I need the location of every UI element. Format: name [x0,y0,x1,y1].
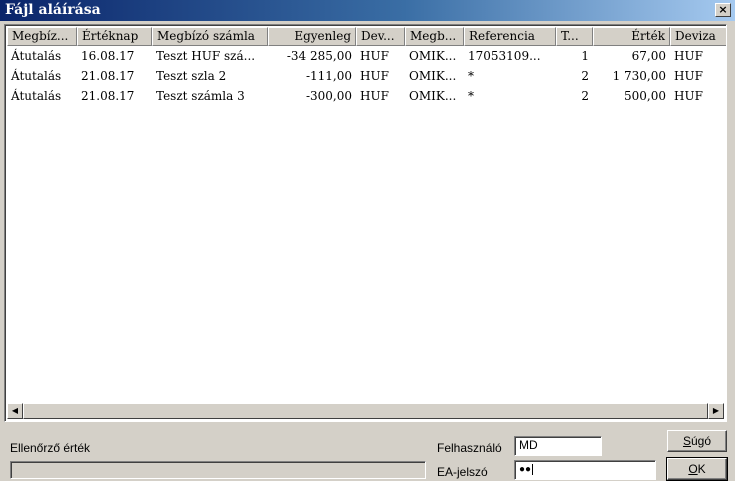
help-button-label: úgó [690,434,712,448]
cell-amount-currency: HUF [674,49,703,63]
scroll-right-icon: ▶ [712,406,720,415]
cell-reference: * [468,89,474,103]
cell-account: Teszt szla 2 [156,69,227,83]
password-mask: ●● [519,464,532,475]
password-field[interactable]: ●● [514,460,656,480]
cell-account: Teszt HUF szá... [156,49,256,63]
checksum-label: Ellenőrző érték [10,441,91,455]
column-header-amount[interactable]: Érték [593,27,670,46]
column-header-type[interactable]: Megbíz... [7,27,77,46]
table-row[interactable]: Átutalás 16.08.17 Teszt HUF szá... -34 285,… [7,46,724,66]
help-button[interactable]: Súgó [667,430,727,452]
window-title: Fájl aláírása [5,2,101,18]
cell-currency: HUF [360,89,389,103]
horizontal-scrollbar[interactable]: ◀ ▶ [7,403,724,419]
user-field[interactable]: MD [514,436,602,456]
cell-beneficiary: OMIK... [409,89,457,103]
cell-reference: * [468,69,474,83]
scroll-left-button[interactable]: ◀ [7,403,23,419]
column-header-beneficiary[interactable]: Megb... [405,27,464,46]
scroll-right-button[interactable]: ▶ [708,403,724,419]
column-header-value-date[interactable]: Értéknap [77,27,152,46]
title-bar: Fájl aláírása × [0,0,735,21]
cell-balance: -300,00 [305,89,352,103]
checksum-field [10,461,426,479]
transactions-grid[interactable]: Megbíz... Értéknap Megbízó számla Egyenleg D… [4,24,727,422]
ok-button-mnemonic: O [688,462,698,476]
column-header-amount-currency[interactable]: Deviza [670,27,726,46]
table-row[interactable]: Átutalás 21.08.17 Teszt szla 2 -111,00 HUF OM… [7,66,724,86]
cell-amount-currency: HUF [674,69,703,83]
password-label: EA-jelszó [437,465,488,479]
cell-currency: HUF [360,49,389,63]
cell-balance: -111,00 [305,69,352,83]
cell-type: Átutalás [11,89,62,103]
cell-count: 2 [581,69,589,83]
ok-button[interactable]: OK [666,457,728,481]
help-button-mnemonic: S [682,434,691,448]
scroll-left-icon: ◀ [11,406,19,415]
column-header-currency[interactable]: Dev... [356,27,405,46]
cell-beneficiary: OMIK... [409,49,457,63]
cell-count: 1 [581,49,589,63]
table-row[interactable]: Átutalás 21.08.17 Teszt számla 3 -300,00 HUF… [7,86,724,106]
cell-type: Átutalás [11,49,62,63]
cell-type: Átutalás [11,69,62,83]
user-label: Felhasználó [437,441,502,455]
ok-button-label: K [697,462,706,476]
cell-amount: 500,00 [624,89,666,103]
column-header-account[interactable]: Megbízó számla [152,27,268,46]
cell-amount: 1 730,00 [612,69,666,83]
scroll-thumb[interactable] [23,403,708,419]
text-cursor [532,464,534,475]
cell-balance: -34 285,00 [286,49,352,63]
cell-reference: 17053109... [468,49,541,63]
cell-amount-currency: HUF [674,89,703,103]
close-icon: × [718,3,728,16]
close-button[interactable]: × [715,3,731,17]
cell-count: 2 [581,89,589,103]
column-header-reference[interactable]: Referencia [464,27,556,46]
cell-beneficiary: OMIK... [409,69,457,83]
cell-amount: 67,00 [631,49,666,63]
column-header-count[interactable]: T... [556,27,593,46]
cell-value-date: 21.08.17 [81,69,135,83]
column-header-balance[interactable]: Egyenleg [268,27,356,46]
cell-value-date: 21.08.17 [81,89,135,103]
cell-currency: HUF [360,69,389,83]
cell-value-date: 16.08.17 [81,49,135,63]
cell-account: Teszt számla 3 [156,89,245,103]
grid-header: Megbíz... Értéknap Megbízó számla Egyenleg D… [7,27,726,46]
